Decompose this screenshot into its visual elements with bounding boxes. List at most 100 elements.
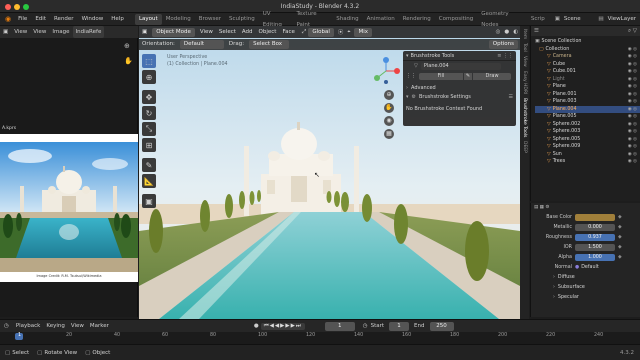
brushstroke-settings-section[interactable]: Brushstroke Settings xyxy=(419,94,471,100)
outliner-item[interactable]: ▽ Plane.005 ◉ ◎ xyxy=(535,113,640,121)
menu-file[interactable]: File xyxy=(14,13,31,26)
outliner-item[interactable]: ▽ Sphere.005 ◉ ◎ xyxy=(535,136,640,144)
playback-menu[interactable]: Playback xyxy=(13,320,44,332)
workspace-tab-browser[interactable]: Browser xyxy=(195,14,225,25)
visibility-eye-icon[interactable]: ◉ ◎ xyxy=(628,114,637,119)
subsurface-expand-icon[interactable]: › xyxy=(553,285,555,290)
workspace-tab-sculpting[interactable]: Sculpting xyxy=(225,14,259,25)
zoom-icon[interactable]: ⊕ xyxy=(124,42,130,50)
stroke-list-icon[interactable]: ⋮⋮ xyxy=(406,73,416,79)
outliner-item[interactable]: ▽ Plane.003 ◉ ◎ xyxy=(535,98,640,106)
settings-list-icon[interactable]: ☰ xyxy=(509,94,513,100)
normal-socket-icon[interactable]: ● xyxy=(575,265,579,270)
outliner-item[interactable]: ▽ Plane.004 ◉ ◎ xyxy=(535,105,640,113)
blender-logo-icon[interactable]: ◉ xyxy=(0,15,14,23)
timeline-view-menu[interactable]: View xyxy=(68,320,87,332)
metallic-field[interactable]: 0.000 xyxy=(575,223,615,231)
panel-options-icon[interactable]: ≡ ⋮⋮ xyxy=(497,53,513,59)
pivot-icon[interactable]: ⦿ xyxy=(336,28,346,36)
workspace-tab-compositing[interactable]: Compositing xyxy=(435,14,477,25)
select-box-tool-icon[interactable]: ⬚ xyxy=(142,54,156,68)
sidebar-tab-brushstroke-tools[interactable]: Brushstroke Tools xyxy=(522,98,527,137)
pan-hand-icon[interactable]: ✋ xyxy=(124,57,133,65)
base-color-swatch[interactable] xyxy=(575,213,615,221)
move-tool-icon[interactable]: ✥ xyxy=(142,90,156,104)
editor-type-icon[interactable]: ▣ xyxy=(139,29,150,35)
workspace-tab-layout[interactable]: Layout xyxy=(134,14,162,25)
marker-menu[interactable]: Marker xyxy=(87,320,112,332)
outliner-scene-collection[interactable]: ▣ Scene Collection xyxy=(535,38,640,46)
transform-tool-icon[interactable]: ⊞ xyxy=(142,138,156,152)
specular-section[interactable]: Specular xyxy=(558,295,579,300)
metallic-keyframe-icon[interactable]: ◆ xyxy=(618,225,622,230)
image-editor-view-dropdown[interactable]: View xyxy=(11,26,30,38)
mode-dropdown[interactable]: Object Mode xyxy=(152,27,195,37)
add-cube-tool-icon[interactable]: ▣ xyxy=(142,194,156,208)
visibility-eye-icon[interactable]: ◉ ◎ xyxy=(628,62,637,67)
visibility-eye-icon[interactable]: ◉ ◎ xyxy=(628,137,637,142)
outliner-item[interactable]: ▽ Cube.001 ◉ ◎ xyxy=(535,68,640,76)
visibility-eye-icon[interactable]: ◉ ◎ xyxy=(628,69,637,74)
proportional-edit-dropdown[interactable]: Mix xyxy=(354,27,373,37)
scale-tool-icon[interactable]: ⤡ xyxy=(142,122,156,136)
snap-icon[interactable]: ⌖ xyxy=(345,29,352,36)
viewport-menu-view[interactable]: View xyxy=(197,27,216,38)
visibility-eye-icon[interactable]: ◉ ◎ xyxy=(628,152,637,157)
workspace-tab-scripting[interactable]: Scrip xyxy=(527,14,549,25)
measure-tool-icon[interactable]: 📐 xyxy=(142,174,156,188)
base-color-keyframe-icon[interactable]: ◆ xyxy=(618,215,622,220)
diffuse-expand-icon[interactable]: › xyxy=(553,275,555,280)
scene-selector[interactable]: Scene xyxy=(560,13,599,26)
sidebar-tab-view[interactable]: View xyxy=(522,56,527,67)
alpha-keyframe-icon[interactable]: ◆ xyxy=(618,255,622,260)
timeline-ruler[interactable]: 1 20 40 60 80 100 120 140 160 180 200 220 240 xyxy=(0,332,640,344)
image-editor-view-menu[interactable]: View xyxy=(30,26,49,38)
normal-field[interactable]: Default xyxy=(581,265,599,270)
shading-rendered-icon[interactable]: ◐ xyxy=(511,29,520,35)
outliner-item[interactable]: ▽ Plane.001 ◉ ◎ xyxy=(535,91,640,99)
outliner-search-icon[interactable]: ⌕ ▽ xyxy=(628,28,637,35)
visibility-eye-icon[interactable]: ◉ ◎ xyxy=(628,54,637,59)
workspace-tab-animation[interactable]: Animation xyxy=(363,14,399,25)
pan-view-icon[interactable]: ✋ xyxy=(384,103,394,113)
menu-help[interactable]: Help xyxy=(107,13,128,26)
visibility-eye-icon[interactable]: ◉ ◎ xyxy=(628,77,637,82)
drag-dropdown[interactable]: Select Box xyxy=(249,40,290,49)
outliner-item[interactable]: ▽ Sphere.009 ◉ ◎ xyxy=(535,143,640,151)
editor-type-icon[interactable]: ▣ xyxy=(0,29,11,35)
workspace-tab-modeling[interactable]: Modeling xyxy=(162,14,195,25)
sidebar-tab-item[interactable]: Item xyxy=(522,29,527,39)
menu-window[interactable]: Window xyxy=(78,13,108,26)
3d-viewport[interactable]: ▣ Object Mode View Select Add Object Fac… xyxy=(139,26,520,319)
visibility-eye-icon[interactable]: ◉ ◎ xyxy=(628,84,637,89)
navigation-gizmo[interactable] xyxy=(371,56,401,86)
subsurface-section[interactable]: Subsurface xyxy=(558,285,585,290)
current-frame-field[interactable]: 1 xyxy=(324,321,355,331)
advanced-section[interactable]: Advanced xyxy=(411,85,436,91)
start-frame-field[interactable]: 1 xyxy=(389,321,410,331)
workspace-tab-rendering[interactable]: Rendering xyxy=(399,14,435,25)
viewport-menu-add[interactable]: Add xyxy=(239,27,256,38)
keying-menu[interactable]: Keying xyxy=(43,320,67,332)
roughness-field[interactable]: 0.937 xyxy=(575,233,615,241)
ior-field[interactable]: 1.500 xyxy=(575,243,615,251)
properties-tabs-icon[interactable]: ▤ ▦ ⚙ xyxy=(534,205,549,210)
image-editor-image-menu[interactable]: Image xyxy=(49,26,72,38)
cursor-tool-icon[interactable]: ⊕ xyxy=(142,70,156,84)
viewport-menu-face[interactable]: Face xyxy=(279,27,297,38)
diffuse-section[interactable]: Diffuse xyxy=(558,275,575,280)
specular-expand-icon[interactable]: › xyxy=(553,295,555,300)
viewport-menu-select[interactable]: Select xyxy=(216,27,239,38)
visibility-eye-icon[interactable]: ◉ ◎ xyxy=(628,99,637,104)
panel-collapse-icon[interactable]: ▾ xyxy=(406,53,409,59)
visibility-eye-icon[interactable]: ◉ ◎ xyxy=(628,47,637,52)
outliner-item[interactable]: ▽ Sphere.002 ◉ ◎ xyxy=(535,121,640,129)
visibility-eye-icon[interactable]: ◉ ◎ xyxy=(628,92,637,97)
outliner-item[interactable]: ▽ Cube ◉ ◎ xyxy=(535,61,640,69)
camera-view-icon[interactable]: ◉ xyxy=(384,116,394,126)
outliner-item[interactable]: ▽ Light ◉ ◎ xyxy=(535,76,640,84)
draw-button[interactable]: Draw xyxy=(473,72,511,80)
workspace-tab-shading[interactable]: Shading xyxy=(332,14,362,25)
brushstroke-object-field[interactable]: Plane.004 xyxy=(420,62,501,70)
zoom-view-icon[interactable]: ⊕ xyxy=(384,90,394,100)
